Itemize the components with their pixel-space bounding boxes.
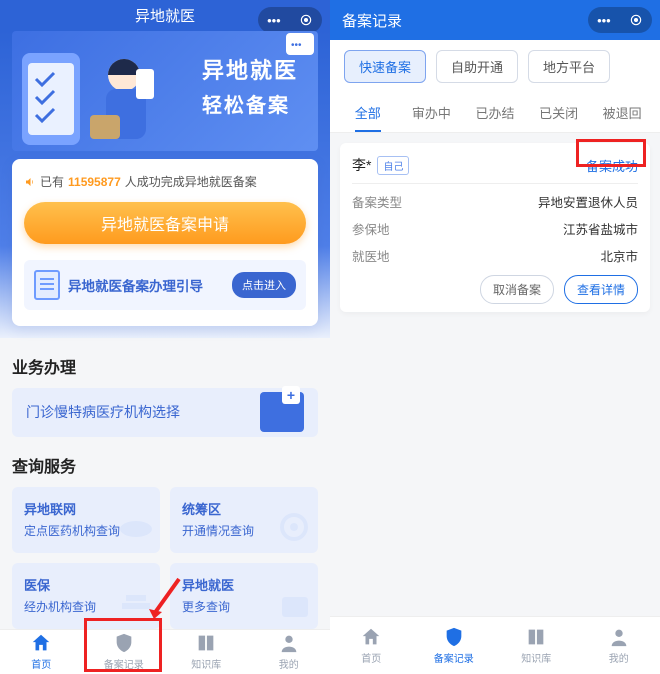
hero-area: ••• 异地就医 轻松备案 已有 11595877 人成功完成异地就医备案 异地… <box>0 31 330 338</box>
business-tile-label: 门诊慢特病医疗机构选择 <box>26 402 180 422</box>
person-icon <box>278 632 300 654</box>
screen-home: 异地就医 ••• ••• 异地就医 <box>0 0 330 674</box>
record-row-type: 备案类型 异地安置退休人员 <box>352 192 638 211</box>
record-name-wrap: 李* 自己 <box>352 155 409 175</box>
count-suffix: 人成功完成异地就医备案 <box>125 173 257 190</box>
home-icon <box>360 626 382 648</box>
seg-all[interactable]: 全部 <box>336 93 400 132</box>
stack-deco-icon <box>116 585 156 625</box>
guide-enter-button[interactable]: 点击进入 <box>232 272 296 298</box>
guide-label: 异地就医备案办理引导 <box>68 275 224 295</box>
query-card-network[interactable]: 异地联网 定点医药机构查询 <box>12 487 160 553</box>
shield-icon <box>113 632 135 654</box>
seg-closed[interactable]: 已关闭 <box>527 93 591 132</box>
pill-local[interactable]: 地方平台 <box>528 50 610 83</box>
record-status: 备案成功 <box>586 156 638 175</box>
guide-row[interactable]: 异地就医备案办理引导 点击进入 <box>24 260 306 310</box>
count-prefix: 已有 <box>40 173 64 190</box>
more-icon[interactable]: ••• <box>267 13 281 28</box>
target-icon[interactable] <box>299 13 313 27</box>
banner-illustration <box>16 35 176 151</box>
count-number: 11595877 <box>68 175 121 189</box>
home-icon <box>30 632 52 654</box>
capsule-deco-icon <box>116 509 156 549</box>
document-icon <box>34 270 60 300</box>
record-person-name: 李* <box>352 155 371 175</box>
tab-home[interactable]: 首页 <box>330 617 413 674</box>
record-actions: 取消备案 查看详情 <box>352 275 638 304</box>
record-head: 李* 自己 备案成功 <box>352 155 638 184</box>
apply-button-label: 异地就医备案申请 <box>101 211 229 235</box>
tabbar: 首页 备案记录 知识库 我的 <box>0 629 330 674</box>
section-business-title: 业务办理 <box>12 354 318 378</box>
record-row-dest: 就医地 北京市 <box>352 246 638 265</box>
screen-title: 备案记录 <box>342 10 402 31</box>
banner-line1: 异地就医 <box>202 53 298 85</box>
hospital-icon <box>260 392 304 432</box>
folder-deco-icon <box>274 585 314 625</box>
banner-line2: 轻松备案 <box>202 89 298 118</box>
more-icon[interactable]: ••• <box>597 13 611 28</box>
titlebar: 异地就医 ••• <box>0 0 330 31</box>
success-count-line: 已有 11595877 人成功完成异地就医备案 <box>24 173 306 190</box>
cancel-record-button[interactable]: 取消备案 <box>480 275 554 304</box>
tab-knowledge[interactable]: 知识库 <box>165 630 248 674</box>
shield-icon <box>443 626 465 648</box>
tab-records[interactable]: 备案记录 <box>413 617 496 674</box>
tab-mine[interactable]: 我的 <box>578 617 660 674</box>
svg-text:•••: ••• <box>291 40 302 51</box>
miniapp-capsule[interactable]: ••• <box>588 7 652 33</box>
filter-pill-row: 快速备案 自助开通 地方平台 <box>330 40 660 93</box>
status-tabs: 全部 审办中 已办结 已关闭 被退回 <box>330 93 660 133</box>
pill-self[interactable]: 自助开通 <box>436 50 518 83</box>
query-card-agency[interactable]: 医保 经办机构查询 <box>12 563 160 629</box>
titlebar: 备案记录 ••• <box>330 0 660 40</box>
book-icon <box>195 632 217 654</box>
main-card: 已有 11595877 人成功完成异地就医备案 异地就医备案申请 异地就医备案办… <box>12 159 318 326</box>
tab-home[interactable]: 首页 <box>0 630 83 674</box>
business-tile[interactable]: 门诊慢特病医疗机构选择 <box>12 388 318 436</box>
view-detail-button[interactable]: 查看详情 <box>564 275 638 304</box>
tab-records[interactable]: 备案记录 <box>83 630 166 674</box>
section-query-title: 查询服务 <box>12 453 318 477</box>
banner: ••• 异地就医 轻松备案 <box>12 31 318 151</box>
record-row-insured: 参保地 江苏省盐城市 <box>352 219 638 238</box>
apply-button[interactable]: 异地就医备案申请 <box>24 202 306 244</box>
person-icon <box>608 626 630 648</box>
tab-knowledge[interactable]: 知识库 <box>495 617 578 674</box>
pill-quick[interactable]: 快速备案 <box>344 50 426 83</box>
query-card-region[interactable]: 统筹区 开通情况查询 <box>170 487 318 553</box>
tabbar: 首页 备案记录 知识库 我的 <box>330 616 660 674</box>
seg-rejected[interactable]: 被退回 <box>590 93 654 132</box>
screen-title: 异地就医 <box>135 5 195 26</box>
sound-icon <box>24 176 36 188</box>
self-tag: 自己 <box>377 156 409 175</box>
screen-records: 备案记录 ••• 快速备案 自助开通 地方平台 全部 审办中 已办结 已关闭 被… <box>330 0 660 674</box>
pin-deco-icon <box>274 509 314 549</box>
speech-bubble-icon: ••• <box>286 33 314 55</box>
miniapp-capsule[interactable]: ••• <box>258 7 322 33</box>
seg-done[interactable]: 已办结 <box>463 93 527 132</box>
target-icon[interactable] <box>629 13 643 27</box>
record-card: 李* 自己 备案成功 备案类型 异地安置退休人员 参保地 江苏省盐城市 就医地 … <box>340 143 650 312</box>
query-card-more[interactable]: 异地就医 更多查询 <box>170 563 318 629</box>
tab-mine[interactable]: 我的 <box>248 630 331 674</box>
banner-text: 异地就医 轻松备案 <box>202 53 298 118</box>
query-grid: 异地联网 定点医药机构查询 统筹区 开通情况查询 医保 经办机构查询 异地就医 … <box>12 487 318 629</box>
seg-processing[interactable]: 审办中 <box>400 93 464 132</box>
book-icon <box>525 626 547 648</box>
